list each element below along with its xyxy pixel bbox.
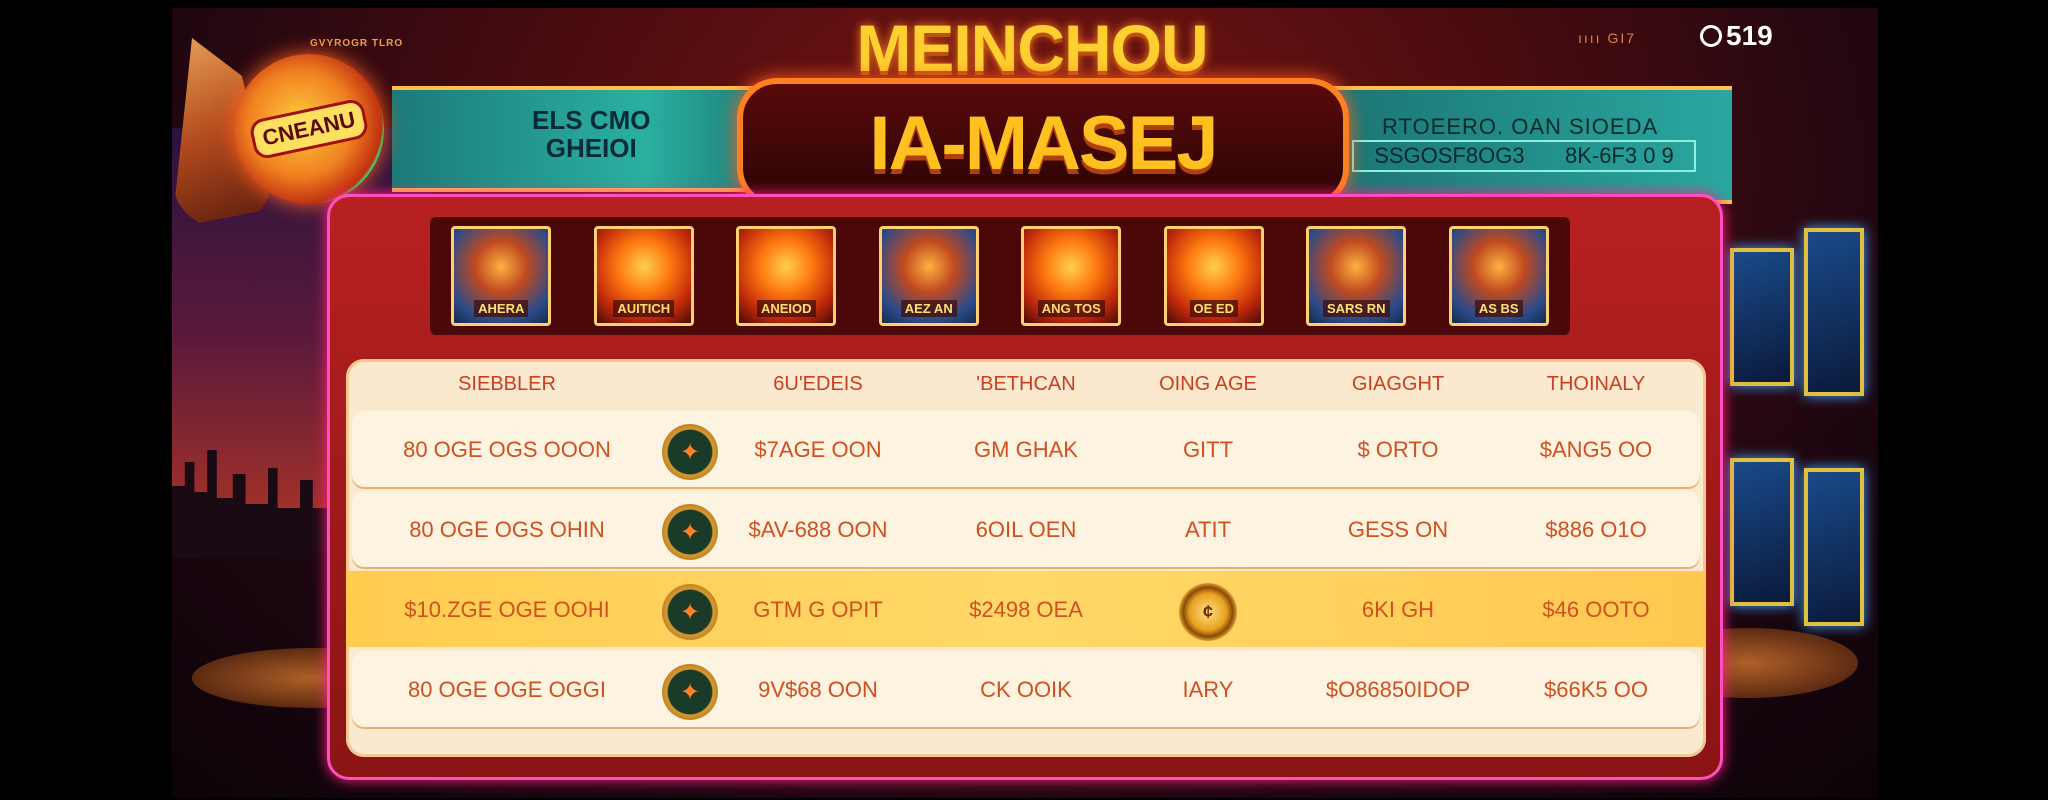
column-header: OING AGE [1159,373,1257,395]
table-cell: GESS ON [1347,517,1449,542]
right-banner: RTOEERO. OAN SIOEDA SSGOSF8OG3 8K-6F3 0 … [1292,86,1732,204]
table-cell: $66K5 OO [1544,677,1648,702]
left-banner-line2: GHEIOI [545,133,637,163]
main-board: AHERA AUITICH ANEIOD AEZ AN ANG TOS OE ED SARS… [327,194,1723,780]
table-cell: 9V$68 OON [758,677,878,702]
game-strip: AHERA AUITICH ANEIOD AEZ AN ANG TOS OE ED SARS… [430,217,1570,335]
game-thumbnail[interactable]: AEZ AN [878,226,979,326]
game-title: MEINCHOU [856,11,1208,85]
gold-coin-icon: ¢ [1179,583,1237,641]
brand-small-text: GVYROGR TLRO [310,38,404,49]
column-header: SIEBBLER [458,373,556,395]
table-cell: $46 OOTO [1542,597,1650,622]
table-cell: $10.ZGE OGE OOHI [404,597,610,622]
plaque-text: IA-MASEJ [869,100,1218,186]
title-plaque: IA-MASEJ [737,78,1349,208]
machine-screen [1804,468,1864,626]
game-thumbnail[interactable]: AUITICH [593,226,694,326]
table-cell: $AV-688 OON [748,517,888,542]
leaderboard-table: SIEBBLER 6U'EDEIS 'BETHCAN OING AGE GIAG… [346,359,1706,757]
casino-scene: GVYROGR TLRO ıııı GI7 519 ELS CMO GHEIOI… [172,8,1878,798]
table-cell: $2498 OEA [969,597,1083,622]
right-banner-value-b: 8K-6F3 0 9 [1564,143,1674,168]
table-row[interactable]: ✦ 80 OGE OGS OHIN $AV-688 OON 6OIL OEN ATIT G… [352,491,1700,567]
machine-screen [1730,248,1794,386]
right-banner-value-a: SSGOSF8OG3 [1374,143,1525,168]
signal-indicator: ıııı GI7 [1578,30,1637,46]
table-row[interactable]: ✦ 80 OGE OGS OOON $7AGE OON GM GHAK GITT $ OR… [352,411,1700,487]
table-cell: GITT [1182,437,1234,462]
rank-medal-icon: ✦ [662,504,718,560]
game-thumbnail-label: SARS RN [1322,300,1390,317]
table-header: SIEBBLER 6U'EDEIS 'BETHCAN OING AGE GIAG… [346,359,1706,413]
credits-value: 519 [1726,20,1773,51]
coin-icon [1700,25,1722,47]
table-cell: $ANG5 OO [1539,437,1653,462]
credits-display[interactable]: 519 [1700,20,1773,52]
rank-medal-icon: ✦ [662,424,718,480]
game-thumbnail[interactable]: ANG TOS [1021,226,1122,326]
table-row-highlighted[interactable]: ✦ $10.ZGE OGE OOHI GTM G OPIT $2498 OEA ¢ 6KI… [346,571,1706,647]
table-cell: ATIT [1184,517,1232,542]
game-thumbnail-label: ANEIOD [756,300,816,317]
game-thumbnail[interactable]: AHERA [451,226,552,326]
table-cell: $7AGE OON [754,437,882,462]
table-cell: 6OIL OEN [975,517,1077,542]
game-thumbnail[interactable]: OE ED [1163,226,1264,326]
table-row[interactable]: ✦ 80 OGE OGE OGGI 9V$68 OON CK OOIK IARY $O86… [352,651,1700,727]
game-thumbnail-label: AUITICH [613,300,675,317]
logo-text: CNEANU [248,97,370,161]
game-thumbnail-label: ANG TOS [1037,300,1105,317]
game-thumbnail-label: AHERA [474,300,529,317]
right-banner-values: SSGOSF8OG3 8K-6F3 0 9 [1352,140,1696,172]
table-cell: 80 OGE OGE OGGI [407,677,607,702]
game-thumbnail[interactable]: ANEIOD [736,226,837,326]
table-cell: $886 O1O [1545,517,1647,542]
right-banner-title: RTOEERO. OAN SIOEDA [1382,114,1659,139]
rank-medal-icon: ✦ [662,664,718,720]
table-cell: 80 OGE OGS OOON [403,437,611,462]
machine-screen [1730,458,1794,606]
left-banner-line1: ELS CMO [532,105,651,135]
game-thumbnail-label: AEZ AN [900,300,957,317]
game-thumbnail[interactable]: AS BS [1448,226,1549,326]
table-cell: 80 OGE OGS OHIN [409,517,605,542]
column-header: GIAGGHT [1351,373,1445,395]
machine-screen [1804,228,1864,396]
table-cell: IARY [1182,677,1234,702]
left-banner-text: ELS CMO GHEIOI [532,106,650,162]
table-cell: GTM G OPIT [753,597,883,622]
column-header: 'BETHCAN [976,373,1076,395]
column-header: 6U'EDEIS [773,373,863,395]
table-cell: 6KI GH [1361,597,1435,622]
game-thumbnail-label: AS BS [1474,300,1523,317]
table-cell: CK OOIK [980,677,1072,702]
column-header: THOINALY [1546,373,1646,395]
game-thumbnail[interactable]: SARS RN [1306,226,1407,326]
table-cell: $ ORTO [1357,437,1439,462]
table-cell: GM GHAK [974,437,1078,462]
game-thumbnail-label: OE ED [1189,300,1238,317]
table-cell: $O86850IDOP [1325,677,1471,702]
slot-machine-screens [1718,228,1878,648]
rank-medal-icon: ✦ [662,584,718,640]
